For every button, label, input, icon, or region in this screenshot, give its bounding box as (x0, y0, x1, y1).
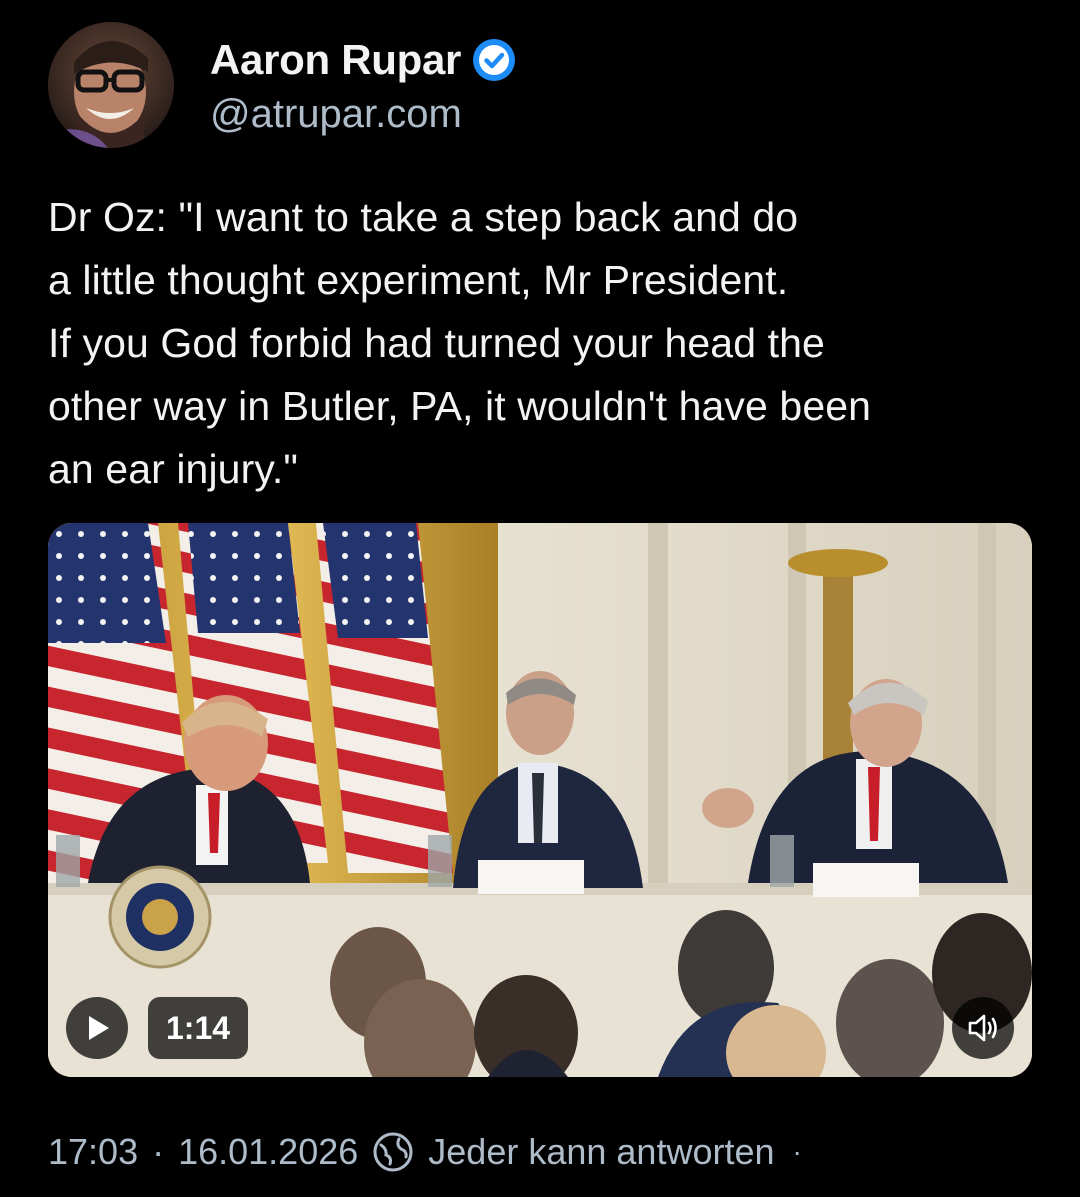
post-text-line: other way in Butler, PA, it wouldn't hav… (48, 383, 872, 429)
post-time: 17:03 (48, 1131, 139, 1172)
globe-icon (373, 1132, 413, 1172)
post-text-line: a little thought experiment, Mr Presiden… (48, 257, 789, 303)
post-header: Aaron Rupar @atrupar.com (48, 22, 1038, 152)
post-text-line: If you God forbid had turned your head t… (48, 320, 825, 366)
avatar[interactable] (48, 22, 174, 148)
user-handle[interactable]: @atrupar.com (210, 92, 515, 137)
video-duration: 1:14 (148, 997, 249, 1059)
post-meta: 17:03 · 16.01.2026 Jeder kann antworten … (48, 1126, 802, 1178)
post-date: 16.01.2026 (178, 1131, 359, 1172)
sound-toggle-button[interactable] (952, 997, 1014, 1059)
play-button[interactable] (66, 997, 128, 1059)
post-text: Dr Oz: "I want to take a step back and d… (48, 186, 1038, 501)
post-text-line: an ear injury." (48, 446, 299, 492)
display-name[interactable]: Aaron Rupar (210, 36, 461, 84)
video-frame (48, 523, 1032, 1077)
video-player[interactable]: 1:14 (48, 523, 1032, 1077)
meta-separator: · (152, 1131, 165, 1172)
speaker-icon (968, 1014, 997, 1042)
author-info[interactable]: Aaron Rupar @atrupar.com (210, 36, 516, 137)
reply-setting-link[interactable]: Jeder kann antworten (428, 1131, 774, 1173)
play-icon (89, 1016, 109, 1040)
meta-trailing-dot: · (792, 1136, 802, 1167)
post-text-line: Dr Oz: "I want to take a step back and d… (48, 194, 799, 240)
verified-check-icon (473, 39, 516, 81)
